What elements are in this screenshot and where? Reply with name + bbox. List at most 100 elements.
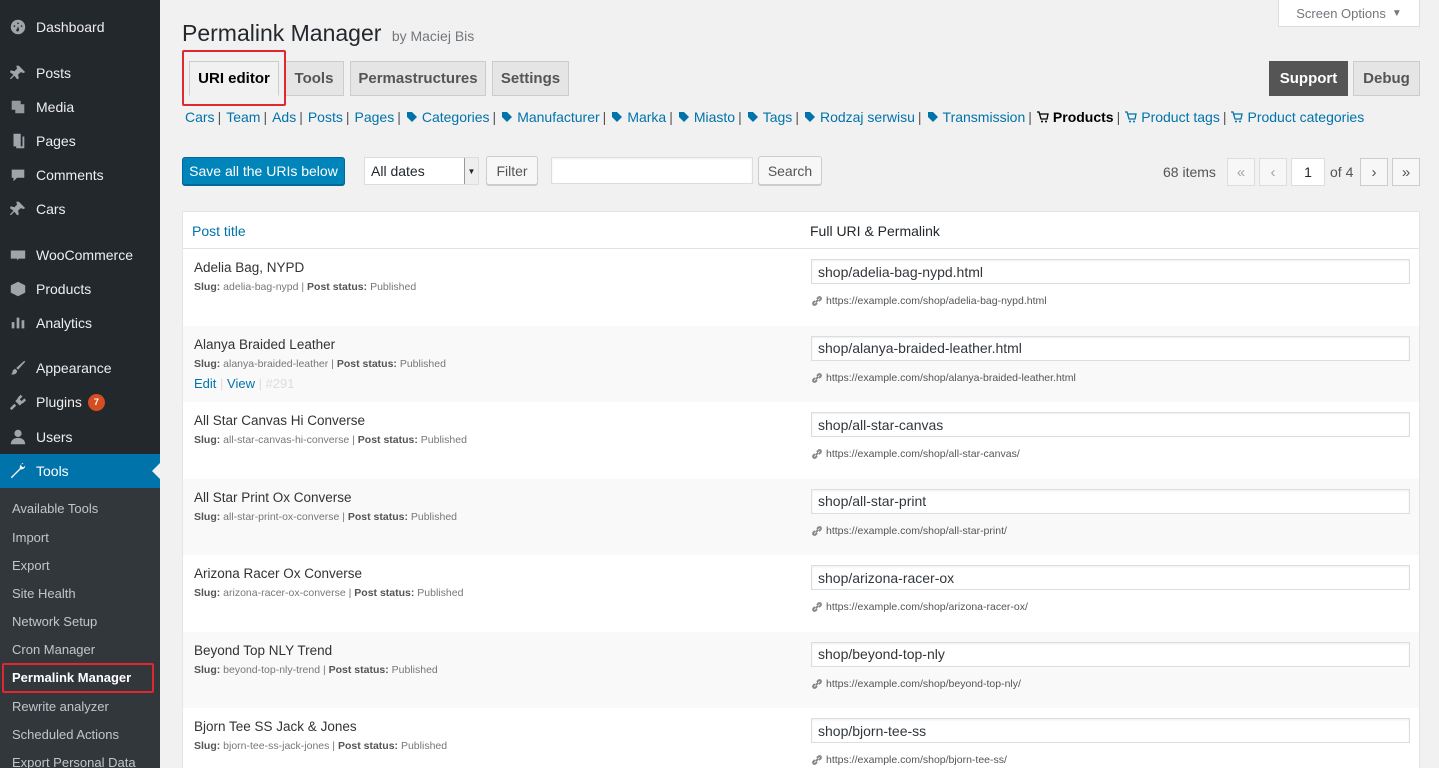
sidebar-item-label: Posts — [36, 65, 72, 81]
post-type-ads[interactable]: Ads — [272, 109, 296, 125]
taxonomy-label: Transmission — [942, 109, 1026, 125]
permalink[interactable]: https://example.com/shop/all-star-canvas… — [812, 448, 1020, 460]
permalink-url: https://example.com/shop/alanya-braided-… — [826, 371, 1076, 384]
tab-settings[interactable]: Settings — [492, 61, 569, 96]
sidebar-item-posts[interactable]: Posts — [0, 56, 160, 90]
taxonomy-label: Tags — [762, 109, 793, 125]
sidebar-item-label: Products — [36, 281, 92, 297]
page-title: Permalink Manager by Maciej Bis — [182, 20, 474, 47]
next-page-button[interactable]: › — [1360, 158, 1388, 186]
permalink[interactable]: https://example.com/shop/arizona-racer-o… — [812, 601, 1028, 613]
tab-uri-editor[interactable]: URI editor — [189, 61, 279, 96]
post-type-label: Products — [1052, 109, 1114, 125]
permalink[interactable]: https://example.com/shop/bjorn-tee-ss/ — [812, 754, 1007, 766]
submenu-cron-manager[interactable]: Cron Manager — [0, 635, 160, 663]
taxonomy-label: Marka — [627, 109, 667, 125]
post-title: Bjorn Tee SS Jack & Jones — [194, 719, 357, 734]
post-meta: Slug: alanya-braided-leather | Post stat… — [194, 357, 446, 370]
post-type-posts[interactable]: Posts — [308, 109, 343, 125]
post-meta: Slug: adelia-bag-nypd | Post status: Pub… — [194, 281, 417, 293]
sidebar-item-dashboard[interactable]: Dashboard — [0, 10, 160, 44]
uri-input[interactable]: shop/all-star-print — [811, 488, 1410, 514]
post-type-cars[interactable]: Cars — [185, 109, 215, 125]
taxonomy-transmission[interactable]: Transmission — [927, 109, 1026, 125]
taxonomy-marka[interactable]: Marka — [611, 109, 666, 125]
uri-input[interactable]: shop/alanya-braided-leather.html — [811, 335, 1410, 361]
main-content: Screen Options ▼ Permalink Manager by Ma… — [160, 0, 1439, 768]
submenu-import[interactable]: Import — [0, 523, 160, 551]
submenu-available-tools[interactable]: Available Tools — [0, 494, 160, 522]
cart-icon — [1231, 111, 1244, 123]
uri-input[interactable]: shop/bjorn-tee-ss — [811, 718, 1410, 743]
taxonomy-product-categories[interactable]: Product categories — [1231, 109, 1364, 125]
post-type-products[interactable]: Products — [1036, 109, 1114, 125]
sidebar-item-media[interactable]: Media — [0, 90, 160, 124]
submenu-rewrite-analyzer[interactable]: Rewrite analyzer — [0, 692, 160, 720]
uri-input[interactable]: shop/all-star-canvas — [811, 412, 1410, 437]
post-title: Arizona Racer Ox Converse — [194, 566, 363, 581]
search-input[interactable] — [551, 157, 753, 184]
tag-icon — [502, 112, 513, 122]
sidebar-item-pages[interactable]: Pages — [0, 124, 160, 158]
user-icon — [0, 428, 36, 446]
submenu-export[interactable]: Export — [0, 551, 160, 579]
submenu-network-setup[interactable]: Network Setup — [0, 607, 160, 635]
taxonomy-manufacturer[interactable]: Manufacturer — [501, 109, 600, 125]
sidebar-item-users[interactable]: Users — [0, 420, 160, 454]
taxonomy-miasto[interactable]: Miasto — [678, 109, 735, 125]
row-actions: Edit | View | #291 — [194, 375, 295, 391]
sidebar-item-label: Analytics — [36, 315, 93, 331]
column-post-title[interactable]: Post title — [192, 223, 246, 239]
submenu-permalink-manager[interactable]: Permalink Manager — [0, 663, 160, 693]
taxonomy-product-tags[interactable]: Product tags — [1125, 109, 1220, 125]
sidebar-item-analytics[interactable]: Analytics — [0, 306, 160, 340]
tab-debug[interactable]: Debug — [1353, 61, 1420, 96]
filter-button[interactable]: Filter — [486, 156, 538, 185]
tab-permastructures[interactable]: Permastructures — [350, 61, 486, 96]
submenu-scheduled-actions[interactable]: Scheduled Actions — [0, 720, 160, 748]
post-meta: Slug: bjorn-tee-ss-jack-jones | Post sta… — [194, 740, 448, 752]
sidebar-item-products[interactable]: Products — [0, 272, 160, 306]
permalink[interactable]: https://example.com/shop/adelia-bag-nypd… — [812, 295, 1047, 307]
link-icon — [812, 602, 822, 612]
post-type-pages[interactable]: Pages — [355, 109, 395, 125]
taxonomy-rodzaj-serwisu[interactable]: Rodzaj serwisu — [804, 109, 915, 125]
taxonomy-label: Product tags — [1141, 109, 1220, 125]
permalink[interactable]: https://example.com/shop/all-star-print/ — [812, 525, 1007, 537]
sidebar-item-tools[interactable]: Tools — [0, 454, 160, 488]
submenu-export-personal-data[interactable]: Export Personal Data — [0, 748, 160, 768]
sidebar-item-label: Media — [36, 99, 75, 115]
uri-input[interactable]: shop/arizona-racer-ox — [811, 565, 1410, 590]
screen-options-button[interactable]: Screen Options ▼ — [1278, 0, 1420, 27]
uri-input[interactable]: shop/adelia-bag-nypd.html — [811, 259, 1410, 284]
prev-page-button[interactable]: ‹ — [1259, 158, 1287, 186]
bar-chart-icon — [0, 314, 36, 332]
sidebar-item-cars[interactable]: Cars — [0, 192, 160, 226]
permalink[interactable]: https://example.com/shop/beyond-top-nly/ — [812, 678, 1021, 690]
post-title: Beyond Top NLY Trend — [194, 642, 333, 658]
view-link[interactable]: View — [227, 376, 255, 391]
sidebar-item-plugins[interactable]: Plugins 7 — [0, 385, 160, 419]
edit-link[interactable]: Edit — [194, 376, 216, 391]
current-page-input[interactable]: 1 — [1291, 158, 1325, 186]
last-page-button[interactable]: » — [1392, 158, 1420, 186]
sidebar-item-appearance[interactable]: Appearance — [0, 351, 160, 385]
permalink-url: https://example.com/shop/bjorn-tee-ss/ — [826, 754, 1007, 766]
tab-tools[interactable]: Tools — [284, 61, 344, 96]
sidebar-item-woocommerce[interactable]: WooCommerce — [0, 238, 160, 272]
permalink[interactable]: https://example.com/shop/alanya-braided-… — [812, 372, 1076, 384]
tab-support[interactable]: Support — [1269, 61, 1348, 96]
dates-select[interactable]: All dates ▼ — [364, 157, 479, 185]
tools-submenu: Available Tools Import Export Site Healt… — [0, 488, 160, 768]
save-all-uris-button[interactable]: Save all the URIs below — [182, 157, 345, 185]
woo-icon — [0, 246, 36, 264]
submenu-site-health[interactable]: Site Health — [0, 579, 160, 607]
uri-input[interactable]: shop/beyond-top-nly — [811, 641, 1410, 667]
sidebar-item-comments[interactable]: Comments — [0, 158, 160, 192]
taxonomy-categories[interactable]: Categories — [406, 109, 490, 125]
tag-icon — [747, 112, 758, 122]
taxonomy-tags[interactable]: Tags — [747, 109, 793, 125]
search-button[interactable]: Search — [758, 156, 822, 185]
first-page-button[interactable]: « — [1227, 158, 1255, 186]
post-type-team[interactable]: Team — [226, 109, 260, 125]
